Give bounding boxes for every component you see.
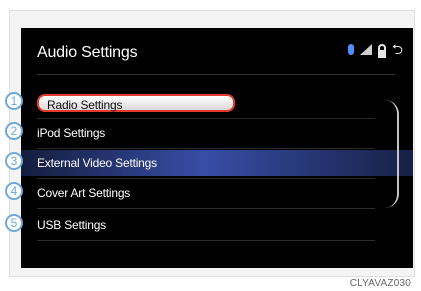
status-icons: ⮌ (347, 42, 403, 58)
row-divider (37, 148, 375, 149)
scroll-indicator[interactable] (385, 100, 399, 208)
menu-item-label: Cover Art Settings (37, 186, 131, 200)
menu-item-radio-settings[interactable]: Radio Settings (37, 90, 367, 116)
row-divider (37, 178, 375, 179)
lock-icon (377, 44, 386, 58)
header-divider (37, 74, 395, 75)
signal-strength-icon (359, 43, 372, 55)
menu-item-cover-art-settings[interactable]: Cover Art Settings (37, 180, 367, 206)
menu-item-label: iPod Settings (37, 126, 106, 140)
figure-code: CLYAVAZ030 (349, 278, 411, 289)
bluetooth-icon (347, 43, 354, 55)
menu-item-usb-settings[interactable]: USB Settings (37, 212, 367, 238)
callout-badge: 5 (5, 214, 23, 232)
menu-item-label: External Video Settings (37, 156, 157, 170)
menu-item-ipod-settings[interactable]: iPod Settings (37, 120, 367, 146)
back-icon[interactable]: ⮌ (392, 42, 403, 56)
menu-item-label: Radio Settings (37, 94, 235, 112)
screen-title: Audio Settings (37, 44, 138, 61)
row-divider (37, 208, 375, 209)
callout-badge: 3 (5, 152, 23, 170)
menu-item-external-video-settings[interactable]: External Video Settings (21, 150, 413, 176)
row-divider (37, 118, 375, 119)
callout-badge: 4 (5, 182, 23, 200)
callout-badge: 1 (5, 92, 23, 110)
callout-badge: 2 (5, 122, 23, 140)
menu-item-label: USB Settings (37, 218, 106, 232)
row-divider (37, 240, 375, 241)
display-screen: Audio Settings ⮌ Radio Settings iPod Set… (21, 28, 413, 268)
